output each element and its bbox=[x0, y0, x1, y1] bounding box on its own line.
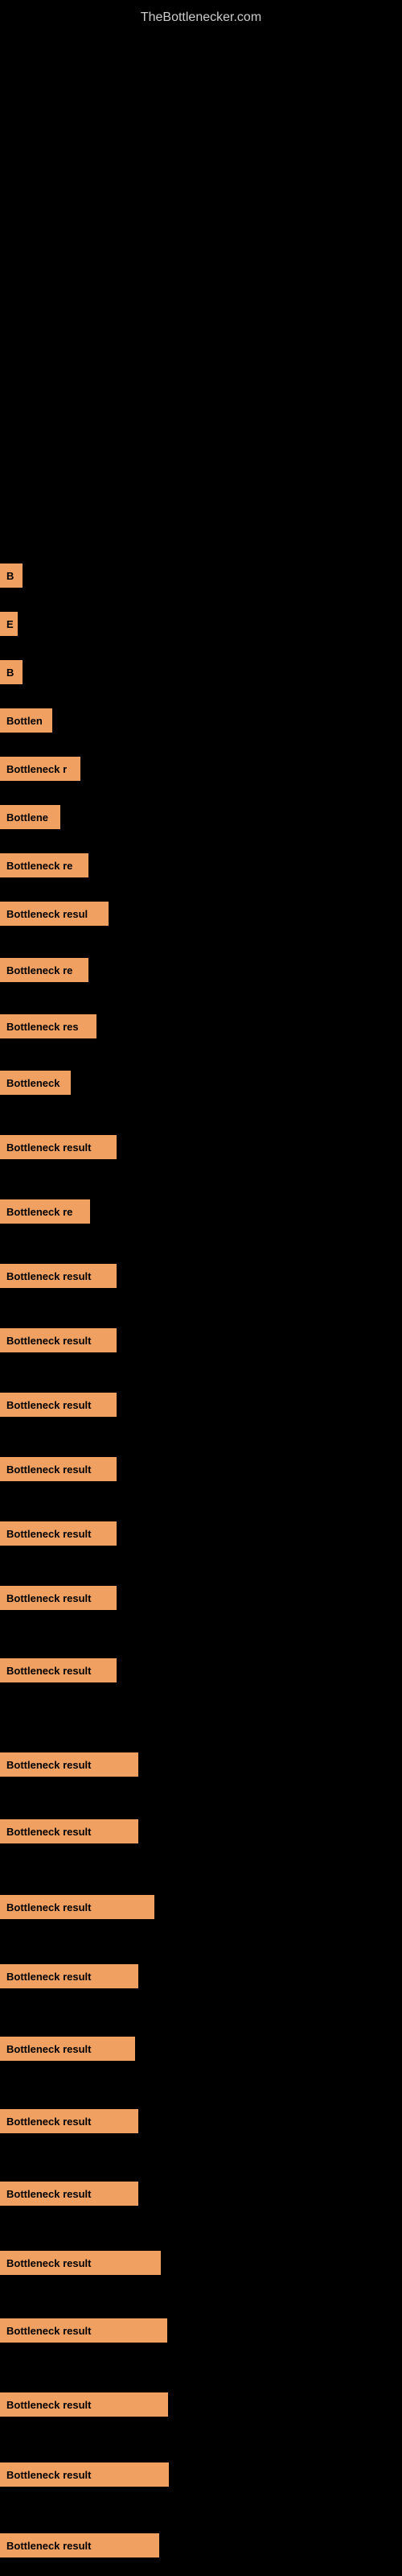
item-27: Bottleneck result bbox=[0, 2182, 138, 2206]
site-title: TheBottlenecker.com bbox=[0, 4, 402, 31]
item-25: Bottleneck result bbox=[0, 2037, 135, 2061]
item-1: B bbox=[0, 564, 23, 588]
item-17: Bottleneck result bbox=[0, 1457, 117, 1481]
item-3: B bbox=[0, 660, 23, 684]
item-9: Bottleneck re bbox=[0, 958, 88, 982]
item-26: Bottleneck result bbox=[0, 2109, 138, 2133]
item-21: Bottleneck result bbox=[0, 1752, 138, 1777]
item-4: Bottlen bbox=[0, 708, 52, 733]
item-32: Bottleneck result bbox=[0, 2533, 159, 2557]
item-10: Bottleneck res bbox=[0, 1014, 96, 1038]
item-22: Bottleneck result bbox=[0, 1819, 138, 1843]
item-7: Bottleneck re bbox=[0, 853, 88, 877]
item-31: Bottleneck result bbox=[0, 2462, 169, 2487]
item-11: Bottleneck bbox=[0, 1071, 71, 1095]
item-2: E bbox=[0, 612, 18, 636]
item-19: Bottleneck result bbox=[0, 1586, 117, 1610]
item-14: Bottleneck result bbox=[0, 1264, 117, 1288]
item-13: Bottleneck re bbox=[0, 1199, 90, 1224]
item-15: Bottleneck result bbox=[0, 1328, 117, 1352]
item-8: Bottleneck resul bbox=[0, 902, 109, 926]
item-12: Bottleneck result bbox=[0, 1135, 117, 1159]
item-16: Bottleneck result bbox=[0, 1393, 117, 1417]
item-23: Bottleneck result bbox=[0, 1895, 154, 1919]
item-5: Bottleneck r bbox=[0, 757, 80, 781]
item-28: Bottleneck result bbox=[0, 2251, 161, 2275]
item-6: Bottlene bbox=[0, 805, 60, 829]
item-24: Bottleneck result bbox=[0, 1964, 138, 1988]
item-20: Bottleneck result bbox=[0, 1658, 117, 1682]
item-29: Bottleneck result bbox=[0, 2318, 167, 2343]
item-30: Bottleneck result bbox=[0, 2392, 168, 2417]
item-18: Bottleneck result bbox=[0, 1521, 117, 1546]
